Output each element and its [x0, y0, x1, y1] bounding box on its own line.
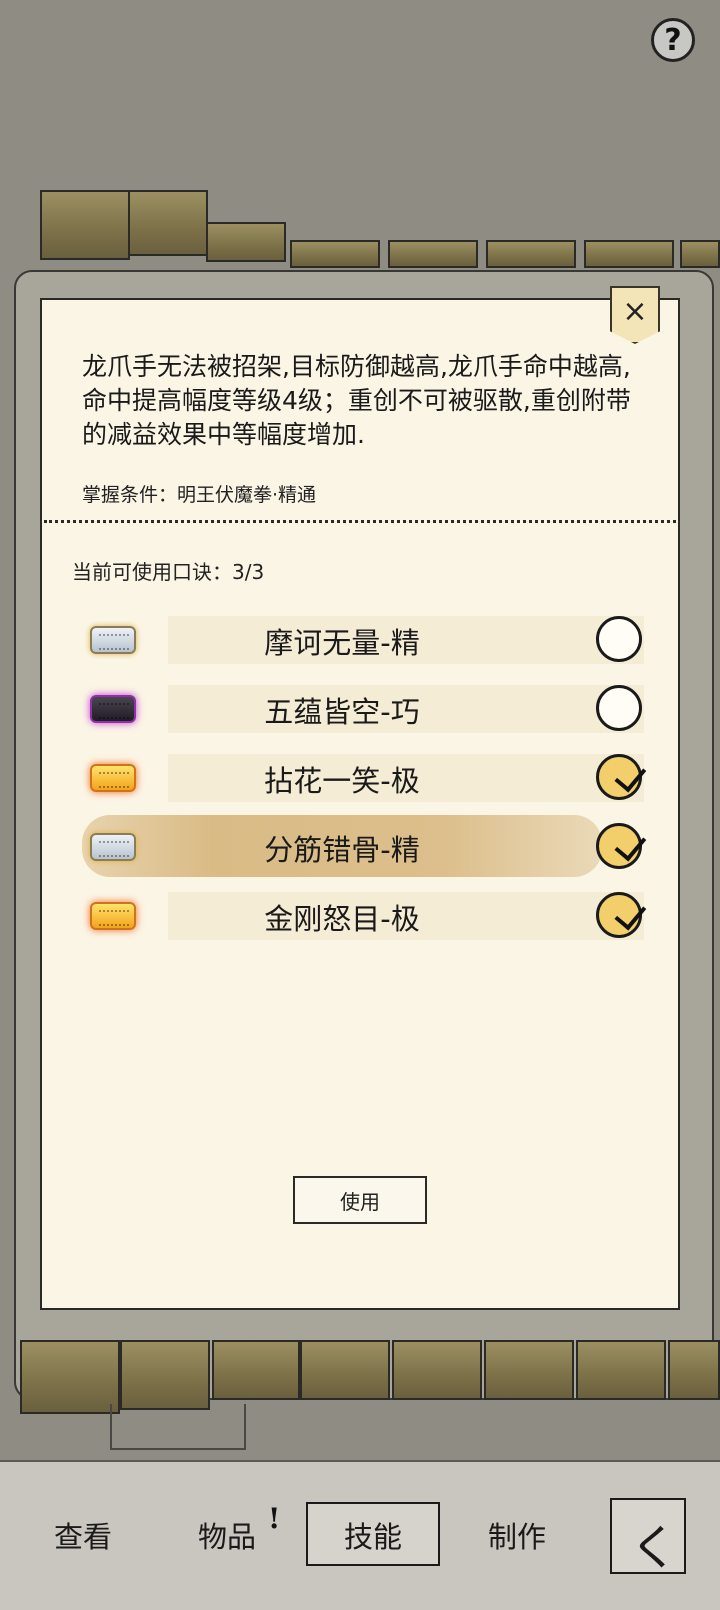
formula-name: 拈花一笑-极: [264, 764, 420, 798]
formula-item-selected[interactable]: 分筋错骨-精: [82, 815, 642, 877]
help-button[interactable]: ?: [651, 18, 695, 62]
formula-item[interactable]: 金刚怒目-极: [82, 888, 644, 944]
available-count: 当前可使用口诀：3/3: [72, 560, 265, 584]
rod-segment: [206, 222, 286, 262]
formula-item[interactable]: 摩诃无量-精: [82, 612, 644, 668]
new-badge: !: [268, 1502, 281, 1535]
checkmark-icon[interactable]: [596, 892, 642, 938]
rod-segment: [680, 240, 720, 268]
formula-item[interactable]: 拈花一笑-极: [82, 750, 644, 806]
back-button[interactable]: く: [610, 1498, 686, 1576]
dotted-divider: [44, 520, 676, 523]
rod-segment: [486, 240, 576, 268]
rod-segment: [300, 1340, 390, 1400]
nav-items[interactable]: 物品: [198, 1514, 256, 1556]
formula-name: 金刚怒目-极: [264, 902, 420, 936]
rod-segment: [576, 1340, 666, 1400]
mastery-condition: 掌握条件：明王伏魔拳·精通: [82, 484, 317, 506]
formula-name: 分筋错骨-精: [264, 833, 420, 867]
dark-gem-icon: [90, 695, 136, 723]
gold-gem-icon: [90, 902, 136, 930]
unchecked-circle-icon[interactable]: [596, 685, 642, 731]
help-icon: ?: [664, 22, 682, 58]
back-arrow-icon: く: [630, 1520, 679, 1576]
nav-skills[interactable]: 技能: [344, 1514, 402, 1556]
checkmark-icon[interactable]: [596, 754, 642, 800]
bottom-nav: 查看 物品 ! 技能 制作 く: [0, 1460, 720, 1610]
scroll-rod-top: [0, 190, 720, 268]
rod-segment: [584, 240, 674, 268]
rod-segment: [388, 240, 478, 268]
formula-item[interactable]: 五蕴皆空-巧: [82, 681, 644, 737]
silver-gem-icon: [90, 626, 136, 654]
checkmark-icon[interactable]: [596, 823, 642, 869]
rod-segment: [392, 1340, 482, 1400]
silver-gem-icon: [90, 833, 136, 861]
rod-segment: [290, 240, 380, 268]
nav-view[interactable]: 查看: [54, 1514, 112, 1556]
skill-description: 龙爪手无法被招架,目标防御越高,龙爪手命中越高,命中提高幅度等级4级；重创不可被…: [82, 352, 631, 449]
rod-segment: [120, 1340, 210, 1410]
rod-segment: [212, 1340, 300, 1400]
formula-name: 五蕴皆空-巧: [264, 695, 420, 729]
hidden-tab: [110, 1404, 246, 1450]
gold-gem-icon: [90, 764, 136, 792]
formula-name: 摩诃无量-精: [264, 626, 420, 660]
unchecked-circle-icon[interactable]: [596, 616, 642, 662]
scroll-rod-bottom: [0, 1340, 720, 1414]
rod-segment: [20, 1340, 120, 1414]
rod-segment: [40, 190, 130, 260]
rod-segment: [484, 1340, 574, 1400]
rod-segment: [128, 190, 208, 256]
use-button[interactable]: 使用: [293, 1176, 427, 1224]
close-icon: ×: [622, 293, 648, 329]
nav-craft[interactable]: 制作: [488, 1514, 546, 1556]
rod-segment: [668, 1340, 720, 1400]
